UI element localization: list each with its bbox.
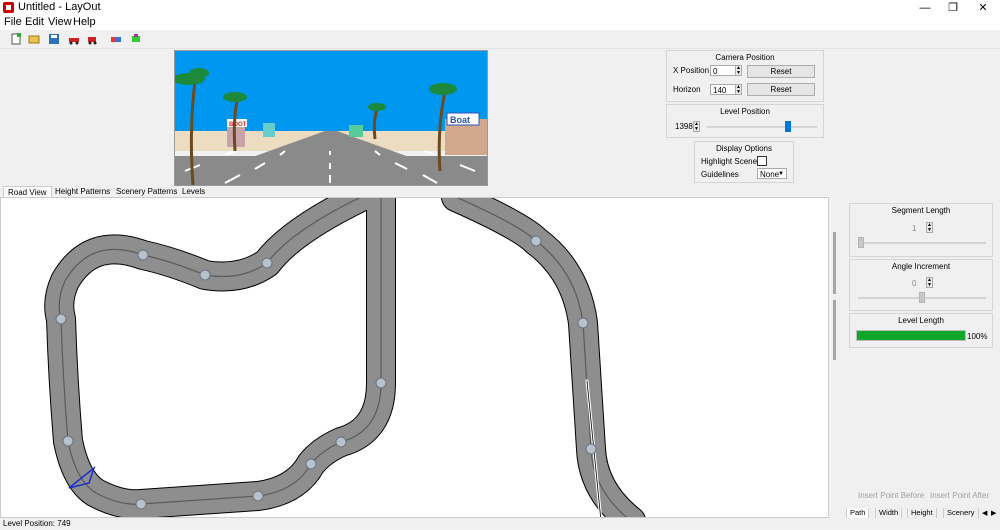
road-preview: Boat BOOT <box>174 50 488 186</box>
maximize-button[interactable]: ❐ <box>938 0 968 15</box>
window-title: Untitled - LayOut <box>18 1 101 13</box>
level-position-slider[interactable] <box>785 121 792 132</box>
display-options-panel: Display Options Highlight Scenery Guidel… <box>694 141 794 183</box>
tools-icon[interactable] <box>130 33 142 45</box>
scrollbar-thumb-upper[interactable] <box>833 232 836 294</box>
toolbar <box>0 30 1000 49</box>
guidelines-value: None <box>760 170 780 179</box>
level-length-bar <box>856 330 966 341</box>
horizon-label: Horizon <box>673 85 701 94</box>
tab-scroll-left-icon[interactable]: ◀ <box>982 509 987 517</box>
status-text: Level Position: 749 <box>3 519 71 528</box>
scrollbar-thumb-lower[interactable] <box>833 300 836 360</box>
menu-view[interactable]: View <box>48 16 72 28</box>
tab-scroll-right-icon[interactable]: ▶ <box>991 509 996 517</box>
highlight-scenery-label: Highlight Scenery <box>701 157 764 166</box>
car-icon[interactable] <box>68 33 80 45</box>
guidelines-label: Guidelines <box>701 170 739 179</box>
x-position-reset-button[interactable]: Reset <box>747 65 815 78</box>
horizon-input[interactable]: 140 <box>710 84 736 95</box>
insert-point-before-button[interactable]: Insert Point Before <box>858 491 924 500</box>
level-position-track <box>707 126 817 128</box>
horizon-reset-button[interactable]: Reset <box>747 83 815 96</box>
segment-length-slider[interactable] <box>858 237 864 248</box>
guidelines-select[interactable]: None ▼ <box>757 168 787 179</box>
angle-increment-panel: Angle Increment 0 ▲ ▼ <box>849 259 993 311</box>
color-icon[interactable] <box>110 33 122 45</box>
app-icon <box>3 2 14 13</box>
preview-sign-left: BOOT <box>229 122 247 128</box>
horizon-spinner[interactable]: ▲ ▼ <box>735 84 742 95</box>
level-position-input[interactable]: 1398 <box>673 121 695 132</box>
status-bar: Level Position: 749 <box>0 518 1000 530</box>
tab-levels[interactable]: Levels <box>178 186 209 197</box>
menu-edit[interactable]: Edit <box>25 16 44 28</box>
insert-point-after-button[interactable]: Insert Point After <box>930 491 989 500</box>
x-position-spinner[interactable]: ▲ ▼ <box>735 65 742 76</box>
display-options-title: Display Options <box>715 144 773 153</box>
level-position-panel: Level Position 1398 ▲ ▼ <box>666 104 824 138</box>
segment-length-panel: Segment Length 1 ▲ ▼ <box>849 203 993 257</box>
save-icon[interactable] <box>48 33 60 45</box>
segment-length-spinner[interactable]: ▲ ▼ <box>926 222 933 233</box>
x-position-input[interactable]: 0 <box>710 65 736 76</box>
angle-increment-spinner[interactable]: ▲ ▼ <box>926 277 933 288</box>
new-icon[interactable] <box>10 33 22 45</box>
x-position-label: X Position <box>673 66 710 75</box>
highlight-scenery-checkbox[interactable] <box>757 156 767 166</box>
menu-help[interactable]: Help <box>73 16 96 28</box>
angle-increment-value: 0 <box>912 279 917 288</box>
close-button[interactable]: ✕ <box>968 0 998 15</box>
open-icon[interactable] <box>28 33 40 45</box>
angle-increment-title: Angle Increment <box>891 262 951 271</box>
level-length-percent: 100% <box>967 332 988 341</box>
segment-length-track <box>858 242 986 244</box>
road-canvas[interactable] <box>0 197 829 518</box>
chevron-down-icon: ▼ <box>778 171 784 177</box>
car-alt-icon[interactable] <box>86 33 98 45</box>
level-position-spinner[interactable]: ▲ ▼ <box>693 121 700 132</box>
menu-file[interactable]: File <box>4 16 22 28</box>
angle-increment-slider[interactable] <box>919 292 925 303</box>
preview-sign-right: Boat <box>450 115 470 125</box>
level-length-panel: Level Length 100% <box>849 313 993 348</box>
minimize-button[interactable]: — <box>910 0 940 15</box>
tab-scenery-patterns[interactable]: Scenery Patterns <box>112 186 181 197</box>
tab-height-patterns[interactable]: Height Patterns <box>51 186 114 197</box>
segment-length-value: 1 <box>912 224 917 233</box>
level-length-title: Level Length <box>898 316 944 325</box>
level-length-fill <box>857 331 965 340</box>
camera-panel: Camera Position X Position 0 ▲ ▼ Reset Ho… <box>666 50 824 102</box>
camera-panel-title: Camera Position <box>715 53 775 62</box>
level-position-title: Level Position <box>720 107 770 116</box>
title-bar <box>0 0 1000 15</box>
segment-length-title: Segment Length <box>891 206 951 215</box>
menu-bar <box>0 15 1000 30</box>
